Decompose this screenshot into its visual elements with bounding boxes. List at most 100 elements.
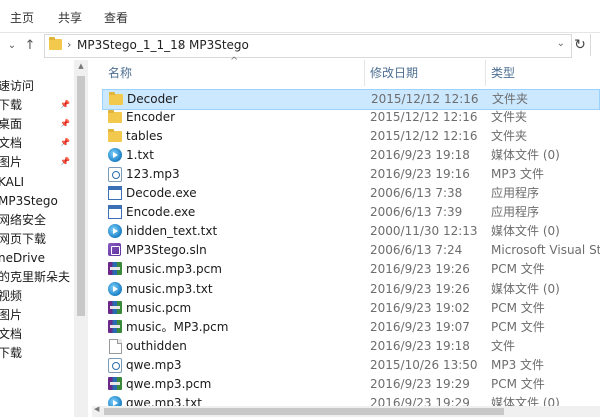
- scroll-up-icon[interactable]: ▲: [77, 62, 85, 70]
- scrollbar-thumb[interactable]: [104, 408, 504, 415]
- column-header-type[interactable]: 类型: [491, 60, 515, 86]
- pcm-file-icon: [108, 319, 122, 333]
- file-modified-date: 2016/9/23 19:02: [370, 300, 470, 315]
- file-type: MP3 文件: [491, 357, 545, 372]
- sidebar-item[interactable]: KALI: [0, 172, 74, 192]
- file-row[interactable]: MP3Stego.sln 2006/6/13 7:24 Microsoft Visu…: [102, 241, 600, 260]
- sidebar-item-label: neDrive: [0, 250, 45, 265]
- file-type: PCM 文件: [491, 300, 545, 315]
- tab-view[interactable]: 查看: [104, 9, 128, 26]
- file-name: outhidden: [126, 338, 187, 353]
- column-header-name[interactable]: 名称: [108, 60, 132, 86]
- file-row[interactable]: Encode.exe 2006/6/13 7:39 应用程序: [102, 203, 600, 222]
- file-row[interactable]: music.pcm 2016/9/23 19:02 PCM 文件: [102, 299, 600, 318]
- sidebar-item-label: MP3Stego: [0, 193, 58, 208]
- file-row[interactable]: 123.mp3 2016/9/23 19:16 MP3 文件: [102, 165, 600, 184]
- sidebar-item[interactable]: 文档: [0, 324, 74, 344]
- file-modified-date: 2016/9/23 19:26: [370, 281, 470, 296]
- exe-icon: [108, 186, 122, 201]
- sidebar-item-label: 文档: [0, 136, 23, 151]
- breadcrumb-item[interactable]: MP3Stego: [189, 38, 249, 52]
- file-row[interactable]: Decoder 2015/12/12 12:16 文件夹: [102, 89, 600, 110]
- file-modified-date: 2006/6/13 7:38: [370, 186, 463, 201]
- file-modified-date: 2015/10/26 13:50: [370, 357, 478, 372]
- file-name: Encode.exe: [126, 205, 196, 220]
- address-row: ⌄ ↑ › MP3Stego_1_1_18 › MP3Stego ⌄ ↻: [0, 33, 600, 59]
- file-row[interactable]: qwe.mp3 2015/10/26 13:50 MP3 文件: [102, 356, 600, 375]
- file-row[interactable]: outhidden 2016/9/23 19:18 文件: [102, 337, 600, 356]
- pin-icon[interactable]: 📌: [60, 133, 70, 153]
- sidebar-item[interactable]: 网页下载: [0, 229, 74, 249]
- file-row[interactable]: Decode.exe 2006/6/13 7:38 应用程序: [102, 184, 600, 203]
- scrollbar-thumb[interactable]: [77, 76, 85, 316]
- column-header-date[interactable]: 修改日期: [370, 60, 418, 86]
- file-modified-date: 2016/9/23 19:16: [370, 167, 470, 182]
- file-name: Decoder: [127, 92, 178, 106]
- sidebar-item[interactable]: neDrive: [0, 248, 74, 268]
- scroll-left-icon[interactable]: ◀: [94, 405, 99, 413]
- sidebar-item[interactable]: 下载 📌: [0, 95, 74, 115]
- file-row[interactable]: Encoder 2015/12/12 12:16 文件夹: [102, 108, 600, 127]
- file-name: qwe.mp3.pcm: [126, 376, 212, 391]
- sidebar-item[interactable]: 速访问: [0, 76, 74, 96]
- sidebar-item-label: KALI: [0, 174, 25, 189]
- navigation-pane: 速访问 下载 📌 桌面 📌 文档 📌 图片 📌 KALI MP3Stego 网络安全 网页下载 neDri…: [0, 60, 74, 417]
- sidebar-item[interactable]: 文档 📌: [0, 133, 74, 153]
- pin-icon[interactable]: 📌: [60, 152, 70, 172]
- visual-studio-solution-icon: [108, 243, 121, 257]
- file-name: hidden_text.txt: [126, 224, 218, 239]
- recent-locations-chevron-icon[interactable]: ⌄: [4, 37, 20, 55]
- file-name: music.pcm: [126, 300, 192, 315]
- sidebar-item[interactable]: 下载: [0, 343, 74, 363]
- address-bar[interactable]: › MP3Stego_1_1_18 › MP3Stego ⌄: [44, 34, 572, 58]
- file-modified-date: 2015/12/12 12:16: [370, 110, 478, 125]
- sidebar-item[interactable]: 图片 📌: [0, 152, 74, 172]
- file-modified-date: 2006/6/13 7:39: [370, 205, 463, 220]
- sidebar-item[interactable]: 桌面 📌: [0, 114, 74, 134]
- sidebar-scrollbar[interactable]: ▲: [74, 60, 88, 417]
- file-type: 文件夹: [492, 92, 529, 106]
- sidebar-item[interactable]: 视频: [0, 286, 74, 306]
- column-divider[interactable]: [485, 60, 486, 86]
- file-type: 媒体文件 (0): [491, 224, 560, 239]
- file-name: 1.txt: [126, 148, 154, 163]
- sidebar-item-label: 的克里斯朵夫: [0, 270, 71, 284]
- up-arrow-icon[interactable]: ↑: [22, 37, 38, 55]
- file-row[interactable]: tables 2015/12/12 12:16 文件夹: [102, 127, 600, 146]
- file-row[interactable]: music.mp3.txt 2016/9/23 19:26 媒体文件 (0): [102, 280, 600, 299]
- search-box[interactable]: [590, 34, 600, 56]
- tab-home[interactable]: 主页: [10, 9, 34, 26]
- sidebar-item[interactable]: MP3Stego: [0, 191, 74, 211]
- file-list: ^ 名称 修改日期 类型 Decoder 2015/12/12 12:16 文件夹 E…: [92, 56, 600, 417]
- file-row[interactable]: music.mp3.pcm 2016/9/23 19:26 PCM 文件: [102, 260, 600, 279]
- horizontal-scrollbar[interactable]: ◀: [92, 405, 600, 417]
- sidebar-item-label: 图片: [0, 155, 23, 170]
- sidebar-item[interactable]: 的克里斯朵夫: [0, 267, 74, 287]
- file-row[interactable]: 1.txt 2016/9/23 19:18 媒体文件 (0): [102, 146, 600, 165]
- sidebar-item[interactable]: 图片: [0, 305, 74, 325]
- pin-icon[interactable]: 📌: [60, 114, 70, 134]
- file-type: MP3 文件: [491, 167, 545, 182]
- tab-share[interactable]: 共享: [58, 9, 82, 26]
- media-file-icon: [108, 224, 122, 239]
- file-row[interactable]: music。MP3.pcm 2016/9/23 19:07 PCM 文件: [102, 318, 600, 337]
- column-divider[interactable]: [364, 60, 365, 86]
- refresh-icon[interactable]: ↻: [572, 37, 588, 53]
- sidebar-item[interactable]: 网络安全: [0, 210, 74, 230]
- pin-icon[interactable]: 📌: [60, 95, 70, 115]
- folder-icon: [49, 37, 62, 50]
- breadcrumb-item[interactable]: MP3Stego_1_1_18: [77, 38, 185, 52]
- file-type: 应用程序: [491, 186, 540, 201]
- mp3-file-icon: [108, 357, 122, 373]
- sidebar-item-label: 速访问: [0, 79, 35, 93]
- breadcrumb-separator-icon: ›: [67, 38, 72, 51]
- file-name: MP3Stego.sln: [126, 243, 207, 258]
- folder-icon: [109, 92, 123, 105]
- file-type: PCM 文件: [491, 262, 545, 277]
- file-modified-date: 2006/6/13 7:24: [370, 243, 463, 258]
- address-dropdown-icon[interactable]: ⌄: [557, 38, 565, 49]
- file-row[interactable]: qwe.mp3.pcm 2016/9/23 19:29 PCM 文件: [102, 375, 600, 394]
- file-modified-date: 2016/9/23 19:18: [370, 148, 470, 163]
- file-row[interactable]: hidden_text.txt 2000/11/30 12:13 媒体文件 (0): [102, 222, 600, 241]
- sidebar-item-label: 视频: [0, 289, 23, 304]
